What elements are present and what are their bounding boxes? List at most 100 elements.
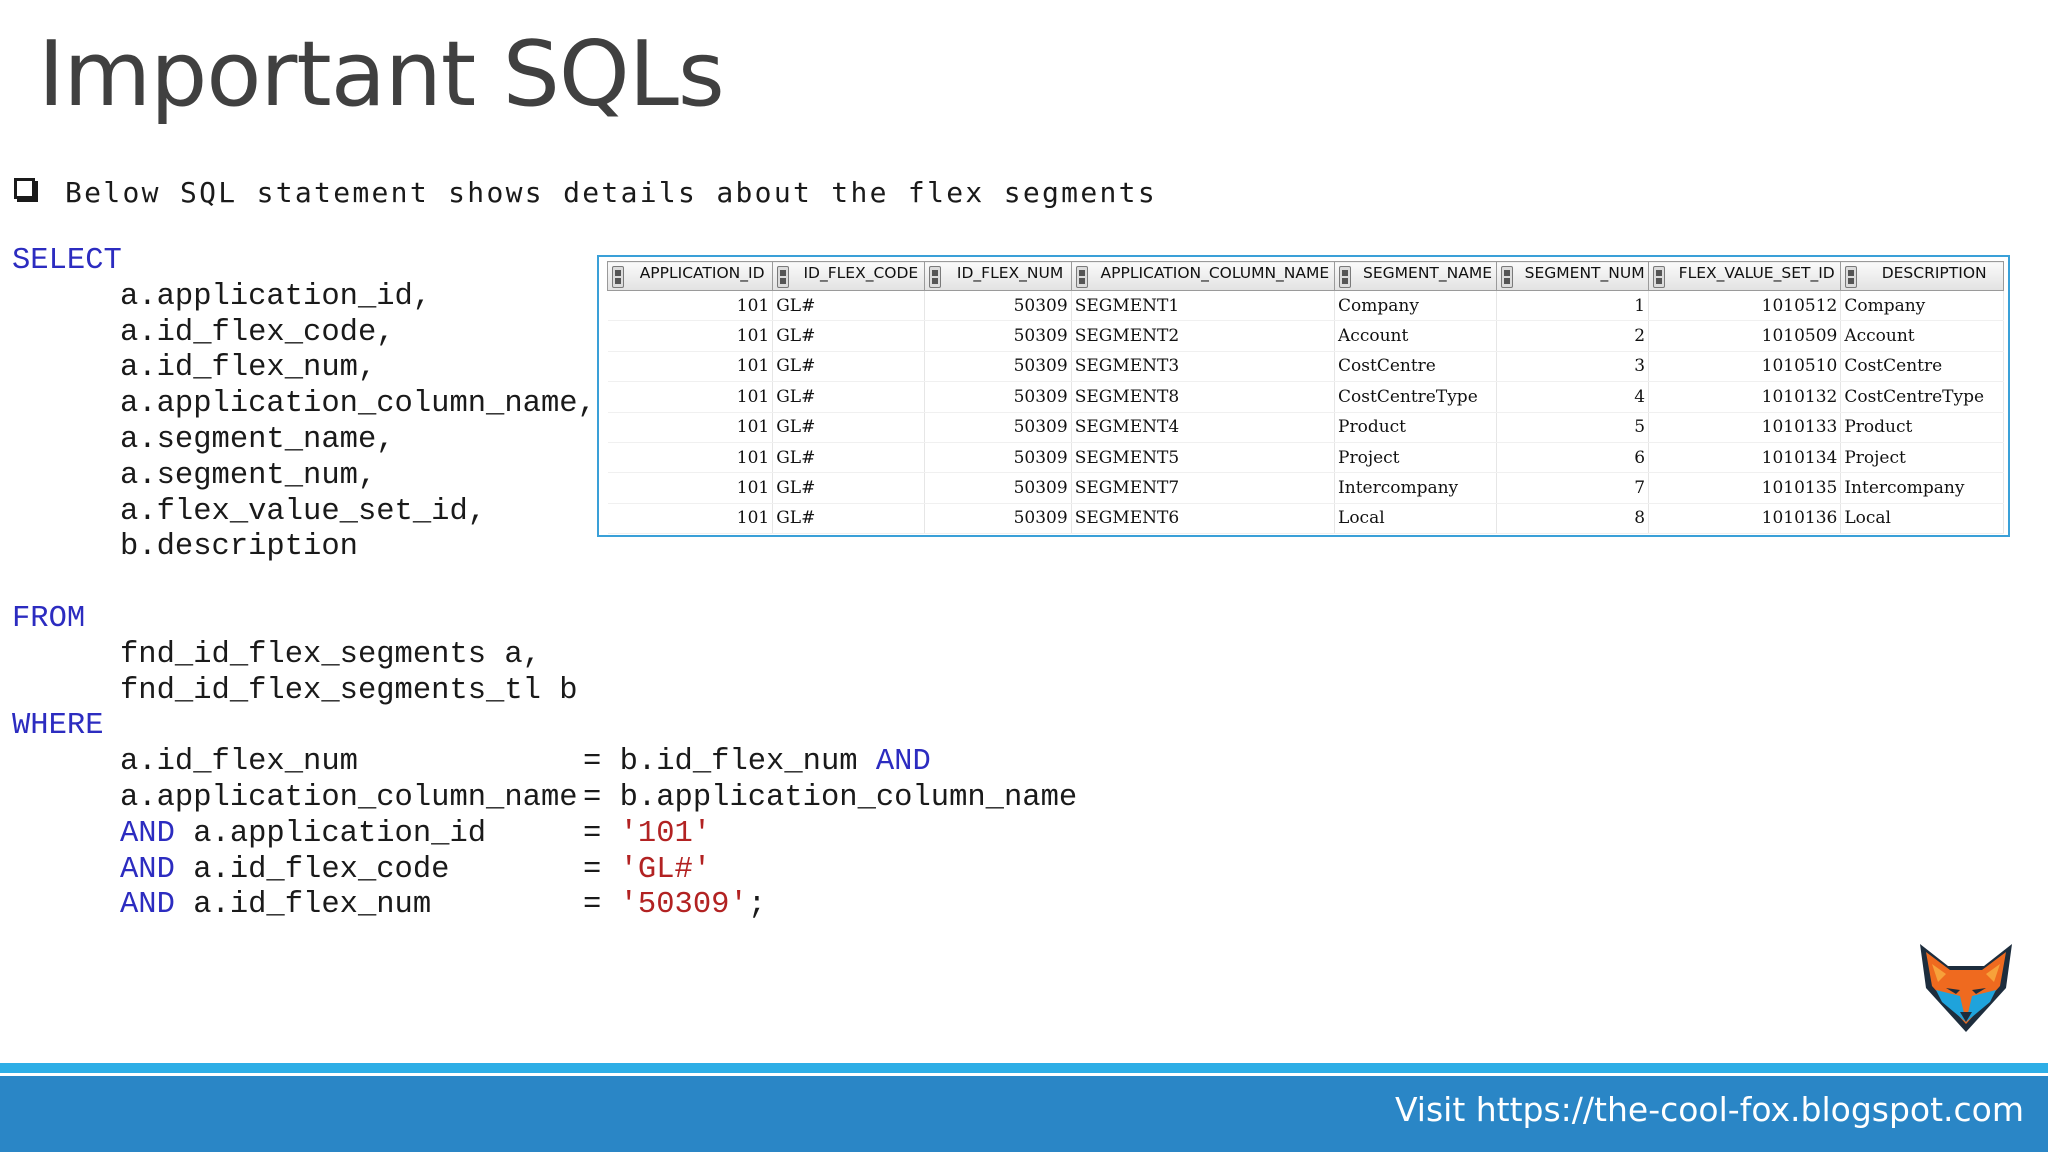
column-header[interactable]: ID_FLEX_NUM: [924, 261, 1072, 291]
table-cell: SEGMENT7: [1071, 472, 1336, 504]
sql-from-table: fnd_id_flex_segments a,: [12, 638, 1077, 674]
sql-keyword: AND: [857, 745, 931, 780]
sql-keyword: AND: [120, 852, 194, 887]
table-row[interactable]: 101 GL# 50309 SEGMENT6 Local 8 1010136 Local: [607, 503, 2004, 535]
sort-icon[interactable]: [612, 266, 624, 288]
footer-link-text[interactable]: Visit https://the-cool-fox.blogspot.com: [1395, 1090, 2024, 1129]
sql-keyword: AND: [120, 888, 194, 923]
condition-left: AND a.application_id: [120, 817, 583, 853]
table-cell: 8: [1496, 503, 1650, 535]
table-cell: 1010510: [1648, 351, 1842, 383]
table-cell: Account: [1840, 320, 2004, 352]
table-cell: 50309: [924, 320, 1072, 352]
table-cell: GL#: [772, 442, 926, 474]
table-cell: 50309: [924, 503, 1072, 535]
condition-value: b.application_column_name: [619, 780, 1078, 815]
table-cell: 101: [607, 412, 774, 443]
table-row[interactable]: 101 GL# 50309 SEGMENT4 Product 5 1010133 Produc…: [607, 412, 2004, 443]
column-header[interactable]: APPLICATION_COLUMN_NAME: [1070, 261, 1336, 291]
condition-left: a.application_column_name: [120, 781, 583, 817]
sql-column: a.flex_value_set_id,: [120, 494, 487, 529]
table-cell: CostCentreType: [1840, 381, 2004, 413]
sql-condition: AND a.id_flex_num = '50309';: [12, 888, 1077, 924]
table-row[interactable]: 101 GL# 50309 SEGMENT2 Account 2 1010509 Accoun…: [607, 320, 2004, 352]
table-cell: 101: [607, 290, 774, 322]
column-header-label: SEGMENT_NAME: [1363, 264, 1493, 282]
slide-title: Important SQLs: [38, 22, 725, 127]
table-cell: Local: [1334, 503, 1497, 535]
sql-column: a.application_column_name,: [120, 387, 596, 422]
sort-icon[interactable]: [1845, 266, 1858, 288]
column-header[interactable]: ID_FLEX_CODE: [772, 261, 926, 291]
sort-icon[interactable]: [1500, 266, 1513, 288]
sort-icon[interactable]: [777, 266, 790, 288]
column-header[interactable]: FLEX_VALUE_SET_ID: [1648, 261, 1842, 291]
table-cell: GL#: [772, 381, 926, 413]
sql-condition: a.application_column_name = b.application…: [12, 781, 1077, 817]
sort-icon[interactable]: [1075, 266, 1088, 288]
table-cell: Product: [1840, 412, 2004, 443]
table-cell: 1010135: [1648, 472, 1842, 504]
condition-column: a.id_flex_num: [120, 745, 358, 780]
column-header[interactable]: SEGMENT_NUM: [1495, 261, 1650, 291]
footer-accent-bar: [0, 1063, 2048, 1073]
table-cell: 50309: [924, 472, 1072, 504]
table-cell: 1010509: [1648, 320, 1842, 352]
column-header-label: ID_FLEX_NUM: [956, 264, 1064, 282]
table-cell: 101: [607, 381, 774, 413]
column-header[interactable]: SEGMENT_NAME: [1334, 261, 1497, 291]
table-header-row: APPLICATION_ID ID_FLEX_CODE ID_FLEX_NUM APP…: [606, 261, 2004, 291]
sql-keyword: ;: [747, 888, 767, 923]
table-cell: Local: [1840, 503, 2004, 535]
table-row[interactable]: 101 GL# 50309 SEGMENT7 Intercompany 7 1010135 I…: [607, 472, 2004, 504]
sql-column: a.id_flex_code,: [120, 315, 395, 350]
table-cell: Product: [1334, 412, 1497, 443]
table-cell: SEGMENT2: [1071, 320, 1336, 352]
table-cell: 6: [1496, 442, 1650, 474]
result-table: APPLICATION_ID ID_FLEX_CODE ID_FLEX_NUM APP…: [606, 261, 2004, 535]
table-cell: 1010134: [1648, 442, 1842, 474]
condition-value: 'GL#': [619, 852, 712, 887]
query-result-grid: APPLICATION_ID ID_FLEX_CODE ID_FLEX_NUM APP…: [597, 255, 2010, 537]
column-header[interactable]: DESCRIPTION: [1840, 261, 2004, 291]
sort-icon[interactable]: [1653, 266, 1666, 288]
table-row[interactable]: 101 GL# 50309 SEGMENT5 Project 6 1010134 Projec…: [607, 442, 2004, 474]
sort-icon[interactable]: [929, 266, 942, 288]
sql-from-line: FROM: [12, 602, 1077, 638]
table-cell: GL#: [772, 472, 926, 504]
checkbox-bullet-icon: [14, 177, 35, 199]
column-header-label: DESCRIPTION: [1881, 264, 1987, 282]
condition-column: a.id_flex_num: [193, 888, 432, 923]
table-cell: 101: [607, 503, 774, 535]
table-cell: 1010133: [1648, 412, 1842, 443]
column-header[interactable]: APPLICATION_ID: [606, 261, 774, 291]
sort-icon[interactable]: [1339, 266, 1352, 288]
table-cell: 3: [1496, 351, 1650, 383]
sql-column: a.segment_name,: [120, 422, 395, 457]
sql-column: a.id_flex_num,: [120, 351, 377, 386]
sql-where-line: WHERE: [12, 709, 1077, 745]
table-cell: 2: [1496, 320, 1650, 352]
column-header-label: ID_FLEX_CODE: [803, 264, 919, 282]
table-cell: 101: [607, 472, 774, 504]
condition-value: '101': [619, 816, 712, 851]
condition-left: a.id_flex_num: [120, 745, 583, 781]
table-cell: SEGMENT1: [1071, 290, 1336, 322]
table-cell: CostCentreType: [1334, 381, 1497, 413]
table-row[interactable]: 101 GL# 50309 SEGMENT3 CostCentre 3 1010510 Cos…: [607, 351, 2004, 383]
table-row[interactable]: 101 GL# 50309 SEGMENT8 CostCentreType 4 101013…: [607, 381, 2004, 413]
table-cell: 50309: [924, 290, 1072, 322]
sql-table: fnd_id_flex_segments a,: [120, 637, 541, 672]
table-cell: Intercompany: [1840, 472, 2004, 504]
column-header-label: APPLICATION_COLUMN_NAME: [1100, 264, 1330, 282]
table-cell: GL#: [772, 351, 926, 383]
table-cell: Company: [1334, 290, 1497, 322]
table-cell: 50309: [924, 412, 1072, 443]
table-cell: GL#: [772, 412, 926, 443]
condition-operator: =: [583, 852, 602, 887]
sql-keyword: WHERE: [12, 709, 104, 744]
sql-column: a.application_id,: [120, 279, 432, 314]
table-row[interactable]: 101 GL# 50309 SEGMENT1 Company 1 1010512 Compan…: [607, 290, 2004, 322]
table-cell: 50309: [924, 381, 1072, 413]
